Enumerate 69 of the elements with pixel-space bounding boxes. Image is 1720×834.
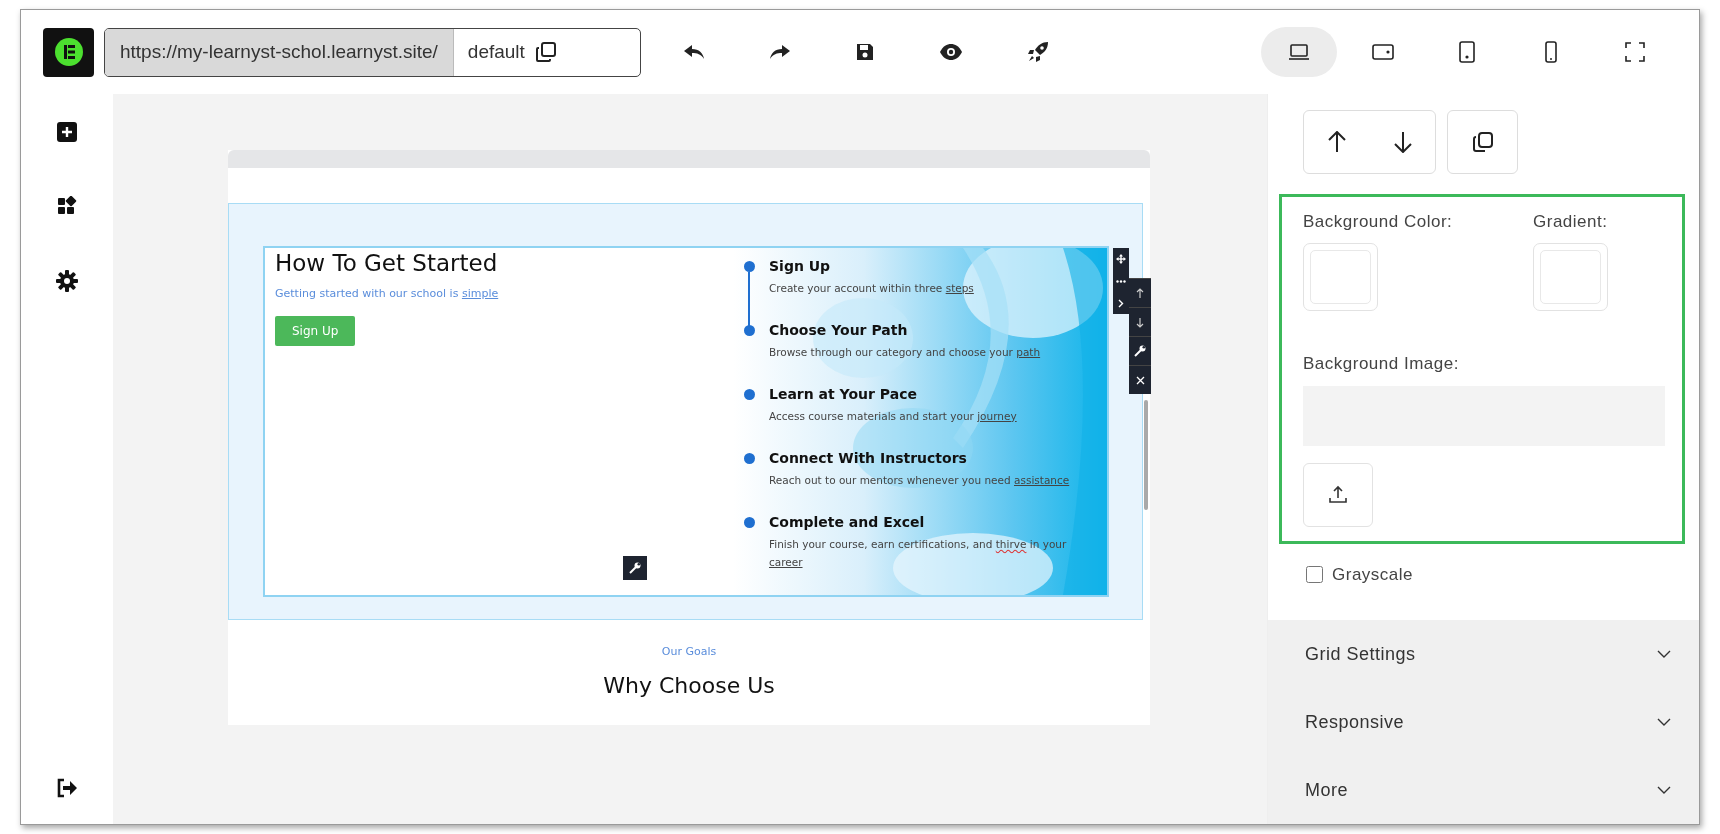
step-description: Finish your course, earn certifications, and thirve in your career [769,536,1068,571]
timeline-dot [743,324,755,336]
phone-icon [1545,41,1557,63]
wrench-icon [1134,345,1146,357]
color-swatch[interactable] [1533,242,1608,311]
accordion-header[interactable]: More [1268,756,1699,824]
wrench-button[interactable] [1129,336,1151,365]
step-description: Create your account within three steps [769,281,974,296]
move-up-icon [1136,287,1144,299]
wrench-button[interactable] [623,556,647,580]
tablet-icon [1459,41,1475,63]
widgets-icon [57,196,77,216]
desktop-view-button[interactable] [1261,27,1337,77]
copy-icon [1471,131,1494,153]
timeline-dot [743,388,755,400]
tablet-landscape-icon [1372,44,1394,60]
wrench-icon [629,562,641,574]
section-subtitle: Getting started with our school is simple [275,285,500,302]
move-up-icon [1326,131,1347,153]
step-title: Sign Up [769,257,832,276]
step-title: Complete and Excel [769,512,926,532]
app-logo [43,27,94,77]
timeline-dot [743,516,755,528]
step-title: Choose Your Path [769,320,909,340]
checkbox-label[interactable]: Grayscale [1332,562,1414,588]
timeline-dot [743,452,755,464]
close-button[interactable] [1129,365,1151,394]
timeline-dot [743,261,755,272]
expand-icon [1118,298,1124,308]
link[interactable]: path [1016,345,1041,358]
upload-icon [1328,485,1348,505]
move-down-icon [1136,316,1144,328]
step-title: Connect With Instructors [769,448,968,468]
link[interactable]: assistance [1014,473,1070,486]
move-handle-button[interactable] [1113,248,1129,270]
save-icon [855,42,875,62]
section-heading: How To Get Started [275,250,499,278]
url-field[interactable]: https://my-learnyst-schol.learnyst.site/ default [104,27,641,77]
fullscreen-icon [1625,42,1645,62]
more-options-icon [1116,279,1126,283]
color-swatch[interactable] [1303,242,1378,311]
link[interactable]: steps [945,282,974,294]
link[interactable]: career [769,556,803,569]
settings-icon [56,270,78,292]
duplicate-button[interactable] [1447,110,1518,174]
rocket-icon [1027,41,1049,63]
section-eyebrow: Our Goals [660,644,718,660]
eye-icon [939,43,963,61]
logout-icon [56,778,78,798]
link[interactable]: simple [461,286,499,300]
close-icon [1135,375,1145,385]
step-description: Reach out to our mentors whenever you need assistance [769,472,1070,488]
move-down-icon [1392,131,1413,153]
scrollbar-thumb[interactable] [1144,400,1148,510]
grayscale-checkbox[interactable] [1306,566,1323,584]
accordion-header[interactable]: Grid Settings [1268,620,1699,688]
field-label: Background Image: [1303,352,1460,375]
step-description: Browse through our category and choose your path [769,344,1041,360]
link[interactable]: journey [977,409,1017,422]
move-handle-icon [1116,254,1126,264]
field-label: Gradient: [1533,211,1608,233]
step-title: Learn at Your Pace [769,384,918,404]
accordion-header[interactable]: Responsive [1268,688,1699,756]
copy-icon[interactable] [534,41,557,63]
field-label: Background Color: [1303,211,1454,233]
laptop-icon [1288,43,1310,61]
step-description: Access course materials and start your journey [769,408,1017,424]
section-heading: Why Choose Us [602,671,776,700]
add-element-icon [57,122,77,142]
